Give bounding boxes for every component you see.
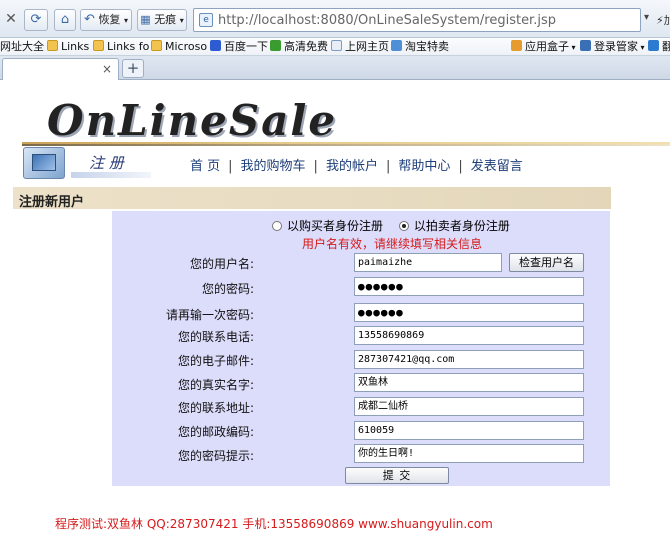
favorite-item[interactable]: Microso: [151, 39, 207, 55]
radio-buyer-circle[interactable]: [272, 221, 282, 231]
favorite-item[interactable]: 翻: [648, 39, 670, 55]
tab-bar: × +: [0, 56, 670, 80]
validation-notice: 用户名有效，请继续填写相关信息: [302, 237, 483, 251]
phone-label: 您的联系电话:: [177, 330, 254, 344]
site-logo: OnLineSale: [47, 96, 338, 145]
box-icon: [511, 40, 522, 51]
folder-icon: [47, 40, 58, 51]
favorites-bar: 网址大全 Links Links fo Microso 百度一下 高清免费 上网…: [0, 38, 670, 56]
translate-icon: [648, 40, 659, 51]
footer-contact: 程序测试:双鱼林 QQ:287307421 手机:13558690869 www…: [55, 517, 493, 531]
paw-icon: [210, 40, 221, 51]
shop-icon: [391, 40, 402, 51]
private-mode-label: 无痕: [154, 13, 177, 26]
restore-label: 恢复: [98, 13, 121, 26]
close-icon[interactable]: ×: [102, 62, 112, 76]
favorite-item[interactable]: 上网主页: [331, 39, 389, 55]
favorite-item[interactable]: Links: [47, 39, 89, 55]
m-icon: [270, 40, 281, 51]
phone-input[interactable]: 13558690869: [354, 326, 584, 345]
confirm-password-label: 请再输一次密码:: [165, 308, 254, 322]
address-label: 您的联系地址:: [177, 401, 254, 415]
grid-icon: ▦: [140, 13, 151, 26]
refresh-button[interactable]: ⟳: [24, 9, 48, 31]
private-mode-button[interactable]: ▦ 无痕 ▾: [137, 9, 187, 31]
folder-icon: [151, 40, 162, 51]
favorite-item[interactable]: 百度一下: [210, 39, 268, 55]
postcode-label: 您的邮政编码:: [177, 425, 254, 439]
submit-button[interactable]: 提 交: [345, 467, 449, 484]
chevron-down-icon: ▾: [569, 43, 576, 52]
favorite-item[interactable]: 高清免费: [270, 39, 328, 55]
password-input[interactable]: ●●●●●●: [354, 277, 584, 296]
section-header: 注册新用户: [13, 187, 611, 210]
radio-buyer[interactable]: 以购买者身份注册: [272, 219, 383, 233]
role-radio-group: 以购买者身份注册 以拍卖者身份注册: [272, 217, 510, 234]
radio-seller[interactable]: 以拍卖者身份注册: [398, 219, 510, 233]
email-label: 您的电子邮件:: [177, 354, 254, 368]
address-dropdown-icon[interactable]: ▾: [644, 12, 649, 23]
toolbar-extra-button[interactable]: ⚡加: [656, 12, 670, 28]
page-icon: e: [199, 13, 213, 27]
nav-account[interactable]: 我的帐户: [326, 155, 378, 174]
favorite-item[interactable]: Links fo: [93, 39, 149, 55]
address-url[interactable]: http://localhost:8080/OnLineSaleSystem/r…: [218, 13, 556, 28]
password-hint-label: 您的密码提示:: [177, 449, 254, 463]
favorite-item[interactable]: 登录管家 ▾: [580, 39, 645, 55]
chevron-down-icon: ▾: [179, 16, 184, 25]
favorite-item[interactable]: 网址大全: [0, 39, 44, 55]
check-username-button[interactable]: 检查用户名: [509, 253, 584, 272]
nav-help[interactable]: 帮助中心: [398, 155, 450, 174]
password-label: 您的密码:: [201, 282, 254, 296]
key-icon: [580, 40, 591, 51]
password-hint-input[interactable]: 你的生日啊!: [354, 444, 584, 463]
realname-label: 您的真实名字:: [177, 378, 254, 392]
email-input[interactable]: 287307421@qq.com: [354, 350, 584, 369]
page-icon: [331, 40, 342, 51]
confirm-password-input[interactable]: ●●●●●●: [354, 303, 584, 322]
monitor-icon: [23, 147, 65, 179]
home-button[interactable]: ⌂: [54, 9, 76, 31]
nav-home[interactable]: 首 页: [190, 155, 220, 174]
nav-cart[interactable]: 我的购物车: [241, 155, 306, 174]
register-banner-text: 注 册: [89, 154, 124, 172]
restore-button[interactable]: ↶ 恢复 ▾: [80, 9, 132, 31]
favorite-item[interactable]: 淘宝特卖: [391, 39, 449, 55]
nav-message[interactable]: 发表留言: [471, 155, 523, 174]
address-input[interactable]: 成都二仙桥: [354, 397, 584, 416]
realname-input[interactable]: 双鱼林: [354, 373, 584, 392]
section-title: 注册新用户: [19, 195, 85, 210]
chevron-down-icon: ▾: [123, 16, 128, 25]
address-bar[interactable]: e http://localhost:8080/OnLineSaleSystem…: [193, 8, 641, 32]
new-tab-button[interactable]: +: [122, 59, 144, 78]
username-input[interactable]: paimaizhe: [354, 253, 502, 272]
browser-toolbar: ✕ ⟳ ⌂ ↶ 恢复 ▾ ▦ 无痕 ▾ e http://localhost:8…: [0, 0, 670, 38]
radio-seller-circle[interactable]: [398, 221, 409, 231]
username-label: 您的用户名:: [189, 257, 254, 271]
stop-icon[interactable]: ✕: [3, 9, 19, 31]
register-banner: 注 册: [23, 147, 153, 181]
register-form: 以购买者身份注册 以拍卖者身份注册 用户名有效，请继续填写相关信息 您的用户名:…: [112, 211, 610, 486]
postcode-input[interactable]: 610059: [354, 421, 584, 440]
tab-register[interactable]: ×: [2, 58, 119, 80]
favorite-item[interactable]: 应用盒子 ▾: [511, 39, 576, 55]
header-rule-shadow: [22, 144, 670, 146]
main-nav: 首 页 | 我的购物车 | 我的帐户 | 帮助中心 | 发表留言: [190, 155, 523, 174]
folder-icon: [93, 40, 104, 51]
chevron-down-icon: ▾: [638, 43, 645, 52]
undo-icon: ↶: [84, 12, 95, 27]
